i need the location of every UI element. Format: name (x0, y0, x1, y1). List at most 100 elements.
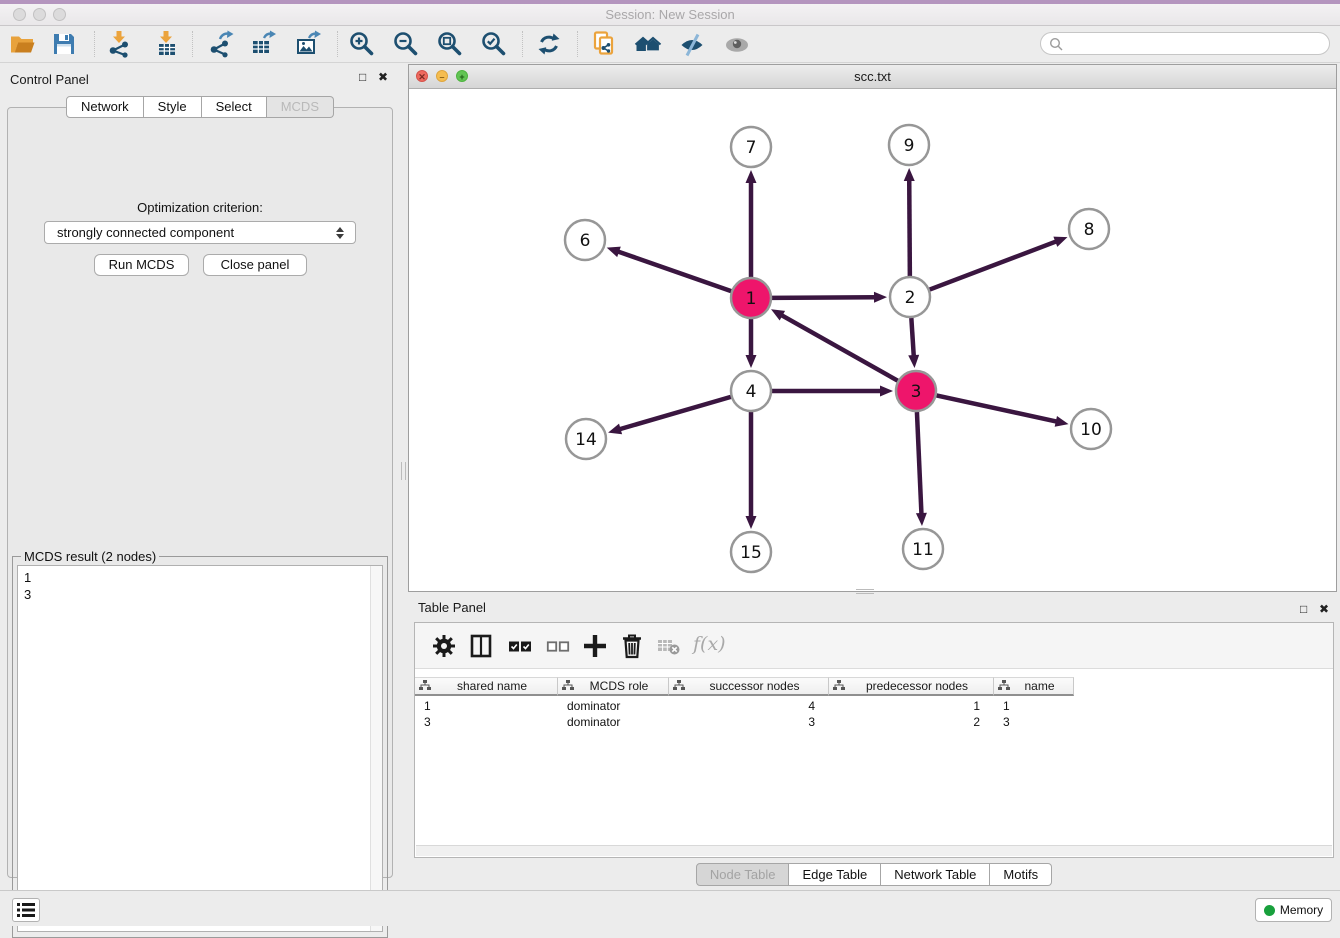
column-header-successor-nodes[interactable]: successor nodes (669, 677, 829, 696)
cell-name[interactable]: 3 (994, 714, 1074, 730)
tab-network[interactable]: Network (66, 96, 144, 118)
status-bar: Memory (0, 890, 1340, 926)
edge-arrowhead (904, 168, 915, 181)
network-view-window: ✕ – + scc.txt 7 9 6 8 1 2 4 3 14 10 15 11 (408, 64, 1337, 592)
select-all-checkboxes-icon[interactable] (506, 632, 534, 660)
search-input[interactable] (1068, 35, 1329, 53)
result-scrollbar[interactable] (370, 566, 382, 931)
export-network-icon[interactable] (206, 30, 234, 58)
tab-motifs[interactable]: Motifs (990, 863, 1052, 886)
panel-splitter-handle[interactable] (856, 589, 874, 594)
graph-edge-1-6[interactable] (617, 251, 731, 291)
close-panel-icon[interactable]: ✖ (378, 70, 388, 84)
unselect-all-checkboxes-icon[interactable] (544, 632, 572, 660)
toolbar-separator (577, 31, 578, 57)
criterion-dropdown[interactable]: strongly connected component (44, 221, 356, 244)
duplicate-network-view-icon[interactable] (590, 30, 618, 58)
column-tree-icon (562, 680, 574, 692)
graph-edge-4-14[interactable] (619, 397, 731, 430)
tab-select[interactable]: Select (202, 96, 267, 118)
column-header-name[interactable]: name (994, 677, 1074, 696)
task-history-button[interactable] (12, 898, 40, 922)
settings-gear-icon[interactable] (430, 632, 458, 660)
open-file-icon[interactable] (8, 30, 36, 58)
table-row[interactable]: 1dominator411 (415, 698, 1074, 714)
graph-edge-3-1[interactable] (781, 315, 898, 381)
graph-edge-3-10[interactable] (937, 395, 1058, 421)
table-panel: Table Panel □ ✖ f(x) (408, 595, 1340, 890)
column-header-mcds-role[interactable]: MCDS role (558, 677, 669, 696)
cell-successor-nodes[interactable]: 4 (669, 698, 829, 714)
function-builder-icon[interactable]: f(x) (693, 633, 726, 655)
save-session-icon[interactable] (50, 30, 78, 58)
graph-node-10[interactable]: 10 (1071, 409, 1111, 449)
graph-edge-2-3[interactable] (911, 318, 913, 357)
graph-node-7[interactable]: 7 (731, 127, 771, 167)
list-icon (16, 901, 36, 919)
app-titlebar[interactable]: Session: New Session (0, 0, 1340, 26)
graph-node-6[interactable]: 6 (565, 220, 605, 260)
cell-successor-nodes[interactable]: 3 (669, 714, 829, 730)
panel-splitter-handle[interactable] (401, 462, 406, 480)
show-columns-icon[interactable] (467, 632, 495, 660)
graph-edge-1-2[interactable] (772, 297, 876, 298)
network-overview-icon[interactable] (634, 30, 662, 58)
memory-button[interactable]: Memory (1255, 898, 1332, 922)
delete-columns-trash-icon[interactable] (618, 632, 646, 660)
zoom-out-icon[interactable] (392, 30, 420, 58)
close-panel-button[interactable]: Close panel (203, 254, 307, 276)
graph-node-4[interactable]: 4 (731, 371, 771, 411)
export-image-icon[interactable] (294, 30, 322, 58)
cell-mcds-role[interactable]: dominator (558, 714, 669, 730)
graph-edge-2-8[interactable] (930, 241, 1058, 289)
graph-node-9[interactable]: 9 (889, 125, 929, 165)
graph-edge-2-9[interactable] (909, 179, 910, 276)
zoom-selected-icon[interactable] (480, 30, 508, 58)
show-graphics-details-icon[interactable] (723, 30, 751, 58)
tab-network-table[interactable]: Network Table (881, 863, 990, 886)
graph-node-3[interactable]: 3 (896, 371, 936, 411)
import-network-icon[interactable] (105, 30, 133, 58)
import-table-icon[interactable] (152, 30, 180, 58)
export-table-icon[interactable] (249, 30, 277, 58)
graph-edge-3-11[interactable] (917, 412, 922, 515)
table-horizontal-scrollbar[interactable] (416, 845, 1332, 856)
mcds-result-text: 1 3 (24, 569, 31, 603)
hide-graphics-details-icon[interactable] (678, 30, 706, 58)
cell-shared-name[interactable]: 3 (415, 714, 558, 730)
float-panel-icon[interactable]: □ (359, 70, 366, 84)
close-table-panel-icon[interactable]: ✖ (1319, 602, 1329, 616)
table-row[interactable]: 3dominator323 (415, 714, 1074, 730)
network-window-titlebar[interactable]: ✕ – + scc.txt (409, 65, 1336, 89)
tab-node-table[interactable]: Node Table (696, 863, 790, 886)
cell-shared-name[interactable]: 1 (415, 698, 558, 714)
tab-mcds[interactable]: MCDS (267, 96, 334, 118)
run-mcds-button[interactable]: Run MCDS (94, 254, 189, 276)
delete-table-icon[interactable] (655, 632, 683, 660)
search-field[interactable] (1040, 32, 1330, 55)
tab-edge-table[interactable]: Edge Table (789, 863, 881, 886)
tab-style[interactable]: Style (144, 96, 202, 118)
graph-node-2[interactable]: 2 (890, 277, 930, 317)
float-table-panel-icon[interactable]: □ (1300, 602, 1307, 616)
refresh-view-icon[interactable] (535, 30, 563, 58)
graph-node-11[interactable]: 11 (903, 529, 943, 569)
zoom-in-icon[interactable] (348, 30, 376, 58)
network-canvas[interactable]: 7 9 6 8 1 2 4 3 14 10 15 11 (409, 89, 1336, 591)
graph-node-1[interactable]: 1 (731, 278, 771, 318)
toolbar-separator (337, 31, 338, 57)
zoom-fit-icon[interactable] (436, 30, 464, 58)
cell-predecessor-nodes[interactable]: 2 (829, 714, 994, 730)
column-header-shared-name[interactable]: shared name (415, 677, 558, 696)
cell-name[interactable]: 1 (994, 698, 1074, 714)
session-title: Session: New Session (0, 7, 1340, 22)
mcds-result-textarea[interactable]: 1 3 (17, 565, 383, 932)
add-column-icon[interactable] (581, 632, 609, 660)
graph-node-15[interactable]: 15 (731, 532, 771, 572)
control-panel-tabs: NetworkStyleSelectMCDS (0, 96, 400, 118)
cell-mcds-role[interactable]: dominator (558, 698, 669, 714)
column-header-predecessor-nodes[interactable]: predecessor nodes (829, 677, 994, 696)
cell-predecessor-nodes[interactable]: 1 (829, 698, 994, 714)
graph-node-8[interactable]: 8 (1069, 209, 1109, 249)
graph-node-14[interactable]: 14 (566, 419, 606, 459)
